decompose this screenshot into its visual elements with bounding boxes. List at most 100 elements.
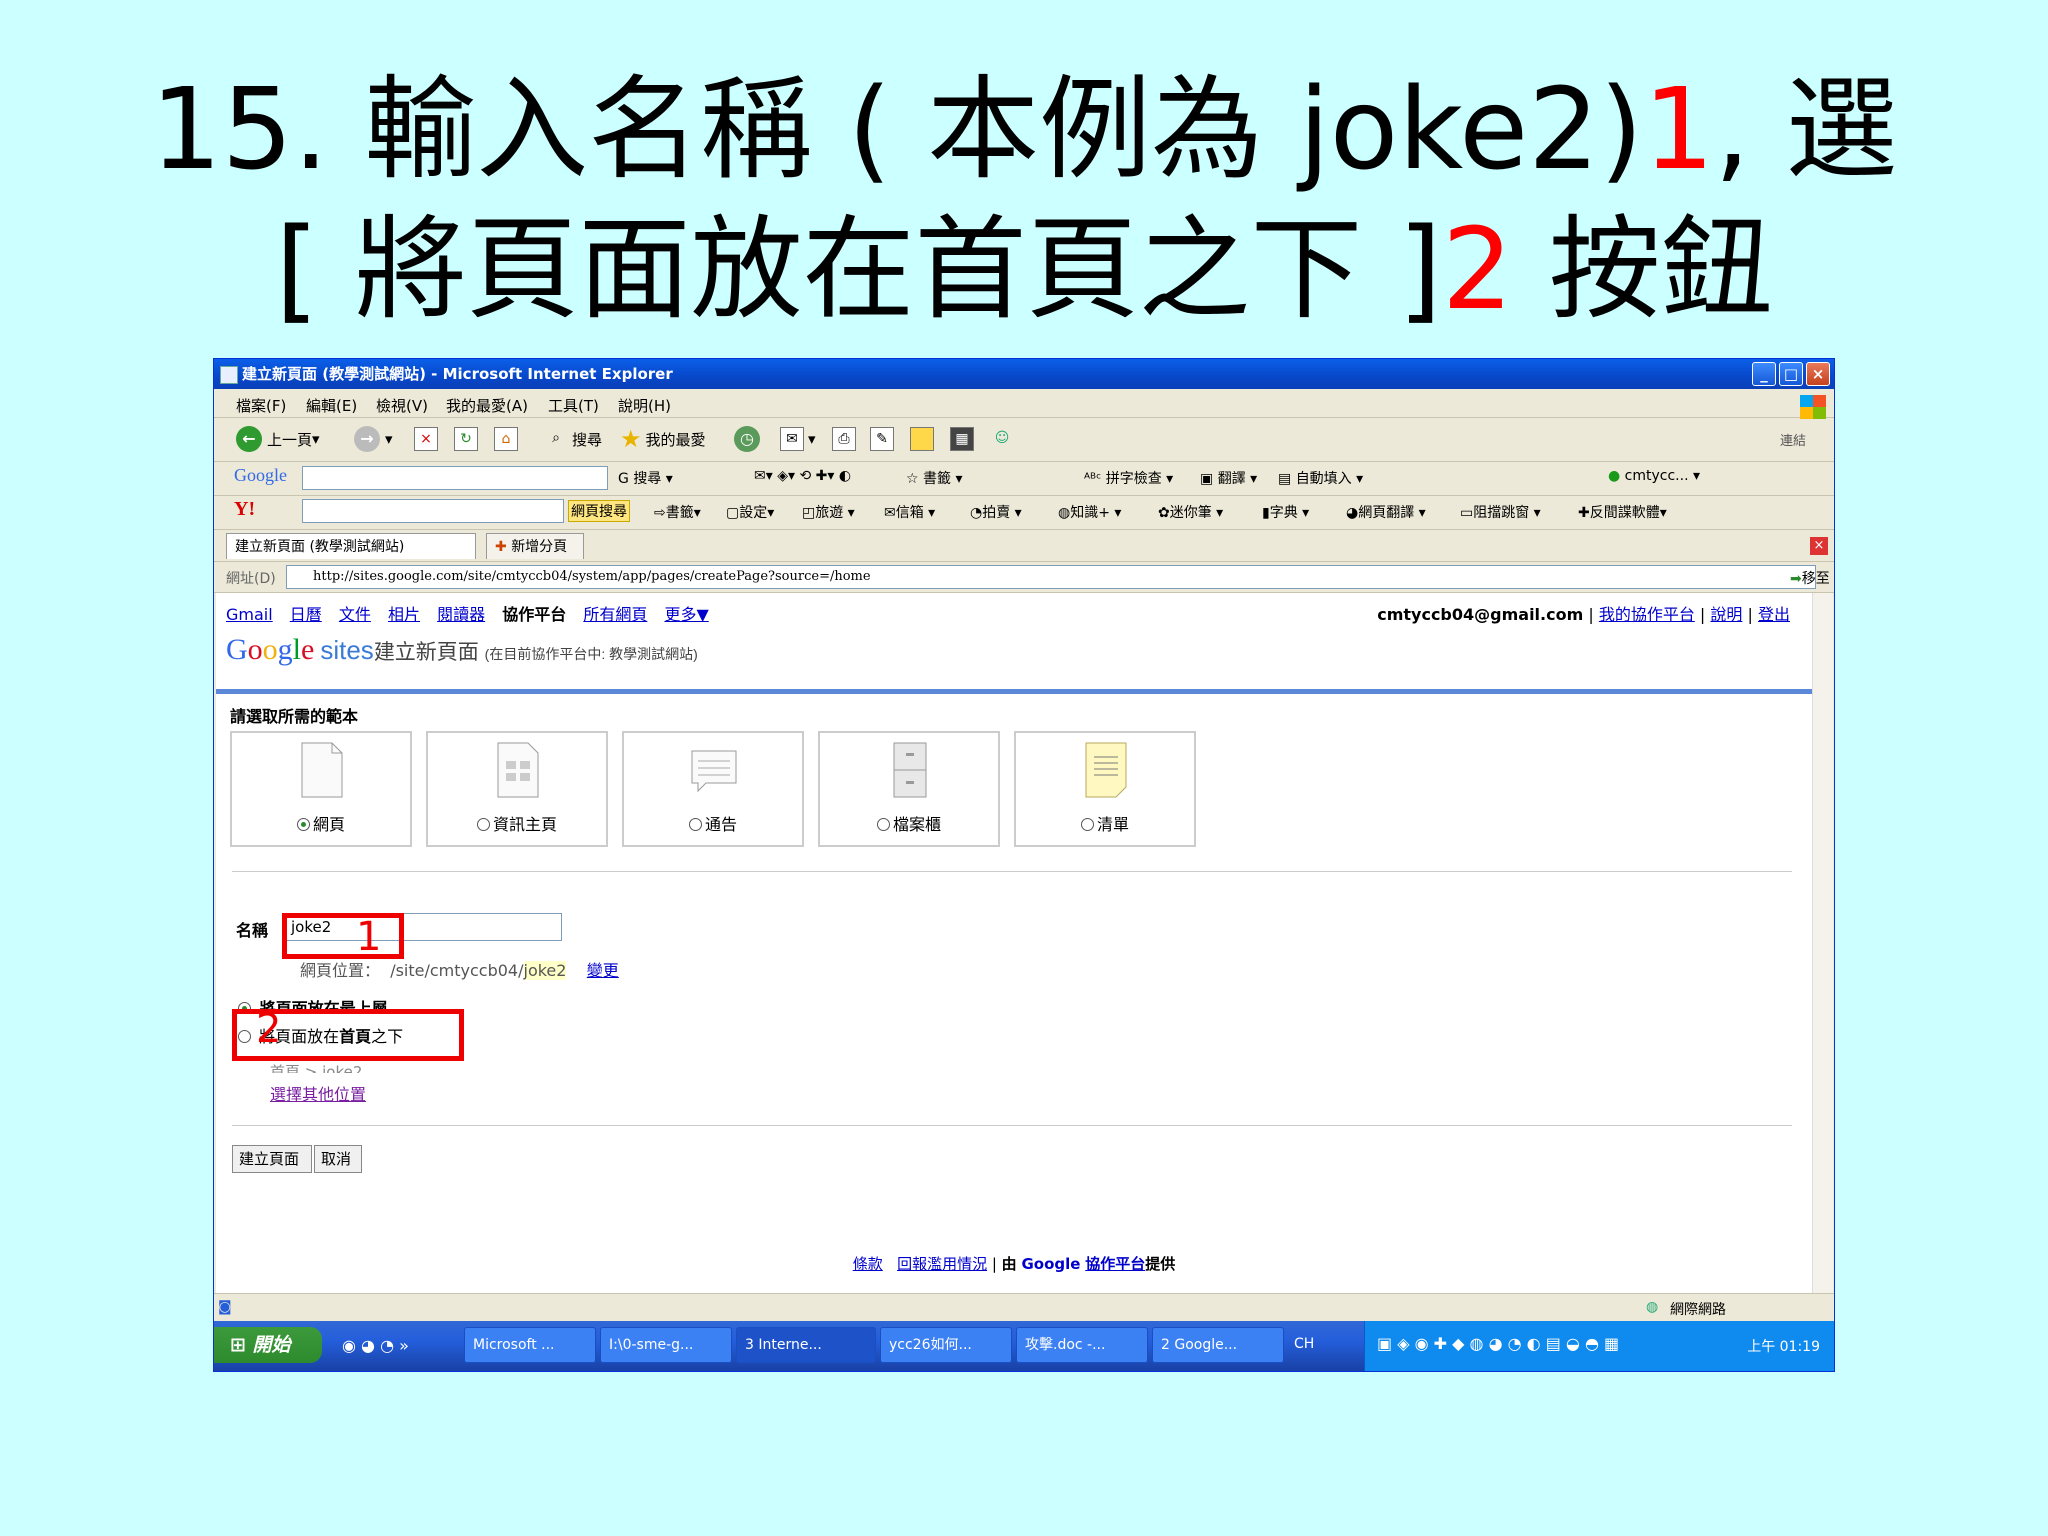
back-button[interactable]: ← 上一頁 ▾ [236, 425, 320, 453]
links-button[interactable]: 連結 [1780, 425, 1806, 453]
yahoo-notes[interactable]: ✿迷你筆 ▾ [1158, 502, 1223, 522]
nav-reader[interactable]: 閱讀器 [437, 605, 485, 624]
new-tab-button[interactable]: ✚ 新增分頁 [486, 533, 584, 559]
change-location-link[interactable]: 變更 [587, 961, 619, 980]
menu-file[interactable]: 檔案(F) [236, 395, 286, 416]
security-zone: 網際網路 [1670, 1302, 1726, 1318]
mail-button[interactable]: ✉ ▾ [780, 425, 816, 453]
google-toolbar-tools[interactable]: ✉▾ ◈▾ ⟲ ✚▾ ◐ [754, 468, 851, 484]
task-doc[interactable]: 攻擊.doc -... [1016, 1327, 1148, 1363]
google-search-button[interactable]: G 搜尋 ▾ [618, 468, 673, 488]
nav-more[interactable]: 更多▼ [664, 605, 708, 624]
yahoo-search-input[interactable] [302, 499, 564, 523]
yahoo-popup-blocker[interactable]: ▭阻擋跳窗 ▾ [1460, 502, 1541, 522]
close-tab-icon[interactable]: × [1810, 537, 1828, 555]
spellcheck-button[interactable]: ᴬᴮᶜ 拼字檢查 ▾ [1084, 468, 1173, 488]
template-radio[interactable] [876, 818, 890, 831]
nav-gmail[interactable]: Gmail [226, 605, 273, 624]
refresh-button[interactable]: ↻ [454, 425, 482, 453]
home-button[interactable]: ⌂ [494, 425, 522, 453]
edit-button[interactable]: ✎ [870, 425, 898, 453]
yahoo-mail[interactable]: ✉信箱 ▾ [884, 502, 935, 522]
tab-create-page[interactable]: 建立新頁面 (教學測試網站) [226, 533, 476, 559]
forward-button[interactable]: → ▾ [354, 425, 393, 453]
top-level-radio[interactable] [238, 1002, 251, 1009]
yahoo-travel[interactable]: ◰旅遊 ▾ [802, 502, 855, 522]
template-radio[interactable] [476, 818, 490, 831]
task-internet-explorer[interactable]: 3 Interne... [736, 1327, 876, 1363]
autofill-button[interactable]: ▤ 自動填入 ▾ [1278, 468, 1363, 488]
messenger-button[interactable]: ☺ [990, 425, 1018, 453]
yahoo-knowledge[interactable]: ◍知識+ ▾ [1058, 502, 1121, 522]
history-button[interactable]: ◷ [734, 425, 765, 453]
footer-sites-link[interactable]: 協作平台 [1085, 1255, 1145, 1273]
template-radio[interactable] [1080, 818, 1094, 831]
create-page-button[interactable]: 建立頁面 [232, 1145, 312, 1173]
help-link[interactable]: 說明 [1710, 605, 1742, 624]
address-input[interactable]: http://sites.google.com/site/cmtyccb04/s… [286, 565, 1816, 589]
tab-bar: 建立新頁面 (教學測試網站) ✚ 新增分頁 × [214, 529, 1834, 561]
favorites-button[interactable]: ★ 我的最愛 [620, 425, 706, 453]
menu-edit[interactable]: 編輯(E) [306, 395, 357, 416]
template-announcements[interactable]: 通告 [622, 731, 804, 847]
yahoo-antispyware[interactable]: ✚反間諜軟體▾ [1578, 502, 1667, 522]
nav-docs[interactable]: 文件 [339, 605, 371, 624]
tray-icons[interactable]: ▣ ◈ ◉ ✚ ◆ ◍ ◕ ◔ ◐ ▤ ◒ ◓ ▦ [1377, 1334, 1619, 1353]
menu-favorites[interactable]: 我的最愛(A) [446, 395, 528, 416]
template-radio[interactable] [296, 818, 310, 831]
close-button[interactable]: × [1806, 362, 1830, 386]
notes-button[interactable] [910, 425, 938, 453]
template-file-cabinet[interactable]: 檔案櫃 [818, 731, 1000, 847]
menu-tools[interactable]: 工具(T) [548, 395, 599, 416]
template-dashboard[interactable]: 資訊主頁 [426, 731, 608, 847]
google-bookmarks-button[interactable]: ☆ 書籤 ▾ [906, 468, 963, 488]
google-sites-logo[interactable]: Google sites建立新頁面 (在目前協作平台中: 教學測試網站) [226, 633, 698, 667]
page-location: 網頁位置： /site/cmtyccb04/joke2 變更 [300, 961, 619, 980]
nav-photos[interactable]: 相片 [388, 605, 420, 624]
footer-google-link[interactable]: Google [1021, 1255, 1080, 1273]
choose-other-location-link[interactable]: 選擇其他位置 [270, 1081, 366, 1105]
cancel-button[interactable]: 取消 [314, 1145, 362, 1173]
nav-all-pages[interactable]: 所有網頁 [583, 605, 647, 624]
yahoo-auction[interactable]: ◔拍賣 ▾ [970, 502, 1022, 522]
task-ycc26[interactable]: ycc26如何... [880, 1327, 1012, 1363]
yahoo-translate[interactable]: ◕網頁翻譯 ▾ [1346, 502, 1426, 522]
language-indicator[interactable]: CH [1294, 1336, 1314, 1352]
vertical-scrollbar[interactable] [1812, 593, 1833, 1293]
google-search-input[interactable] [302, 466, 608, 490]
template-list[interactable]: 清單 [1014, 731, 1196, 847]
google-account-button[interactable]: ● cmtycc... ▾ [1608, 468, 1700, 484]
yahoo-web-search-button[interactable]: 網頁搜尋 [568, 500, 630, 522]
messenger-icon: ☺ [994, 430, 1010, 446]
research-button[interactable]: ▦ [950, 425, 978, 453]
start-button[interactable]: ⊞ 開始 [214, 1327, 322, 1363]
yahoo-dictionary[interactable]: ▮字典 ▾ [1262, 502, 1309, 522]
title-line2-suffix: 按鈕 [1513, 205, 1773, 335]
terms-link[interactable]: 條款 [853, 1255, 883, 1273]
menu-view[interactable]: 檢視(V) [376, 395, 428, 416]
nav-sites: 協作平台 [502, 605, 567, 624]
sign-out-link[interactable]: 登出 [1758, 605, 1790, 624]
task-folder[interactable]: I:\0-sme-g... [600, 1327, 732, 1363]
task-google[interactable]: 2 Google... [1152, 1327, 1284, 1363]
my-sites-link[interactable]: 我的協作平台 [1599, 605, 1695, 624]
task-microsoft[interactable]: Microsoft ... [464, 1327, 596, 1363]
print-button[interactable]: ⎙ [832, 425, 860, 453]
yahoo-settings[interactable]: ▢設定▾ [726, 502, 774, 522]
translate-button[interactable]: ▣ 翻譯 ▾ [1200, 468, 1257, 488]
template-webpage[interactable]: 網頁 [230, 731, 412, 847]
menu-help[interactable]: 說明(H) [618, 395, 671, 416]
report-abuse-link[interactable]: 回報濫用情況 [897, 1255, 987, 1273]
yahoo-bookmarks[interactable]: ⇨書籤▾ [654, 502, 701, 522]
search-button[interactable]: ⌕ 搜尋 [544, 425, 602, 453]
slide-title-line1: 15. 輸入名稱 ( 本例為 joke2)1, 選 [0, 60, 2048, 200]
nav-calendar[interactable]: 日曆 [290, 605, 322, 624]
minimize-button[interactable]: _ [1752, 362, 1776, 386]
stop-button[interactable]: × [414, 425, 442, 453]
maximize-button[interactable]: □ [1779, 362, 1803, 386]
template-radio[interactable] [688, 818, 702, 831]
quick-launch-icons[interactable]: ◉ ◕ ◔ » [342, 1336, 409, 1355]
window-titlebar[interactable]: 建立新頁面 (教學測試網站) - Microsoft Internet Expl… [214, 359, 1834, 389]
go-button[interactable]: ➡移至 [1790, 568, 1830, 588]
ie-page-icon [220, 366, 238, 384]
